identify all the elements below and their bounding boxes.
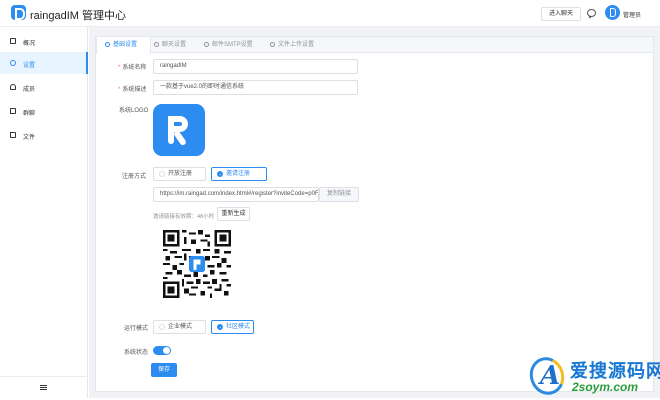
run-mode-label: 运行模式	[124, 326, 149, 332]
system-desc-input[interactable]: 一款基于vue2.0的即时通信系统	[153, 80, 358, 95]
settings-tabs: 基础设置 聊天设置 邮件SMTP设置 文件上传设置	[96, 37, 653, 54]
radio-open-register[interactable]: 开放注册	[153, 167, 206, 181]
sidebar-item-label: 概况	[23, 41, 36, 47]
copy-link-button[interactable]: 复制链接	[319, 187, 359, 202]
sidebar-item-label: 群聊	[23, 111, 36, 117]
radio-label: 邀请注册	[226, 171, 251, 177]
cloud-upload-icon	[270, 42, 275, 47]
tab-chat-settings[interactable]: 聊天设置	[154, 37, 202, 53]
watermark-logo-letter: A	[540, 361, 561, 391]
chat-group-icon	[10, 108, 16, 114]
menu-icon	[40, 385, 47, 390]
user-icon	[10, 84, 16, 90]
tab-label: 聊天设置	[162, 42, 187, 48]
tab-label: 文件上传设置	[278, 42, 315, 48]
sidebar-item-settings[interactable]: 设置	[0, 52, 88, 74]
radio-dot	[159, 324, 165, 330]
radio-label: 社区模式	[226, 324, 251, 330]
message-icon[interactable]	[587, 9, 596, 17]
tab-label: 邮件SMTP设置	[212, 42, 253, 48]
save-button[interactable]: 保存	[151, 363, 177, 377]
radio-dot	[217, 324, 223, 330]
system-name-label: * 系统名称	[118, 65, 147, 71]
invite-qr-code	[163, 230, 231, 298]
sidebar-item-members[interactable]: 成员	[0, 76, 88, 98]
logo-glyph-bowl	[168, 116, 188, 132]
sidebar-item-label: 设置	[23, 63, 36, 69]
gear-icon	[105, 42, 110, 47]
sidebar: 概况 设置 成员 群聊 文件	[0, 27, 88, 398]
dashboard-icon	[10, 38, 16, 44]
app-title: raingadIM 管理中心	[30, 10, 126, 22]
tab-smtp-settings[interactable]: 邮件SMTP设置	[204, 37, 270, 53]
system-logo-label: 系统LOGO	[119, 108, 149, 114]
radio-dot	[217, 171, 223, 177]
tab-label: 基础设置	[113, 42, 138, 48]
gear-icon	[10, 60, 16, 66]
sidebar-item-files[interactable]: 文件	[0, 124, 88, 146]
system-desc-label: * 系统描述	[118, 87, 147, 93]
sidebar-item-label: 文件	[23, 135, 36, 141]
invite-valid-hint: 邀请链接有效期：48小时	[153, 214, 215, 220]
sidebar-collapse-button[interactable]	[0, 376, 88, 398]
enter-chat-button[interactable]: 进入聊天	[541, 7, 581, 21]
system-status-label: 系统状态	[124, 350, 149, 356]
radio-label: 开放注册	[168, 171, 193, 177]
system-logo-upload[interactable]	[153, 104, 205, 156]
radio-community-mode[interactable]: 社区模式	[211, 320, 254, 334]
tab-upload-settings[interactable]: 文件上传设置	[270, 37, 330, 53]
logo-glyph-leg	[172, 129, 188, 147]
radio-dot	[159, 171, 165, 177]
radio-enterprise-mode[interactable]: 企业模式	[153, 320, 206, 334]
sidebar-item-groups[interactable]: 群聊	[0, 100, 88, 122]
invite-link-input[interactable]: https://im.raingad.com/index.html#/regis…	[153, 187, 319, 202]
app-logo-icon	[11, 5, 26, 20]
watermark-url: 2soym.com	[572, 380, 639, 394]
avatar[interactable]	[605, 5, 620, 20]
system-name-input[interactable]: raingadIM	[153, 59, 358, 74]
regenerate-button[interactable]: 重新生成	[217, 207, 250, 221]
mail-icon	[204, 42, 209, 47]
sidebar-item-label: 成员	[23, 87, 36, 93]
radio-invite-register[interactable]: 邀请注册	[211, 167, 267, 181]
sidebar-item-overview[interactable]: 概况	[0, 30, 88, 52]
chat-icon	[154, 42, 159, 47]
admin-name[interactable]: 管理员	[623, 10, 641, 19]
watermark: A 爱搜源码网 2soym.com	[524, 352, 660, 400]
system-status-toggle[interactable]	[153, 346, 171, 355]
top-header: raingadIM 管理中心 进入聊天 管理员	[0, 0, 660, 27]
tab-basic-settings[interactable]: 基础设置	[96, 37, 151, 54]
radio-label: 企业模式	[168, 324, 193, 330]
register-mode-label: 注册方式	[122, 174, 147, 180]
folder-icon	[10, 132, 16, 138]
